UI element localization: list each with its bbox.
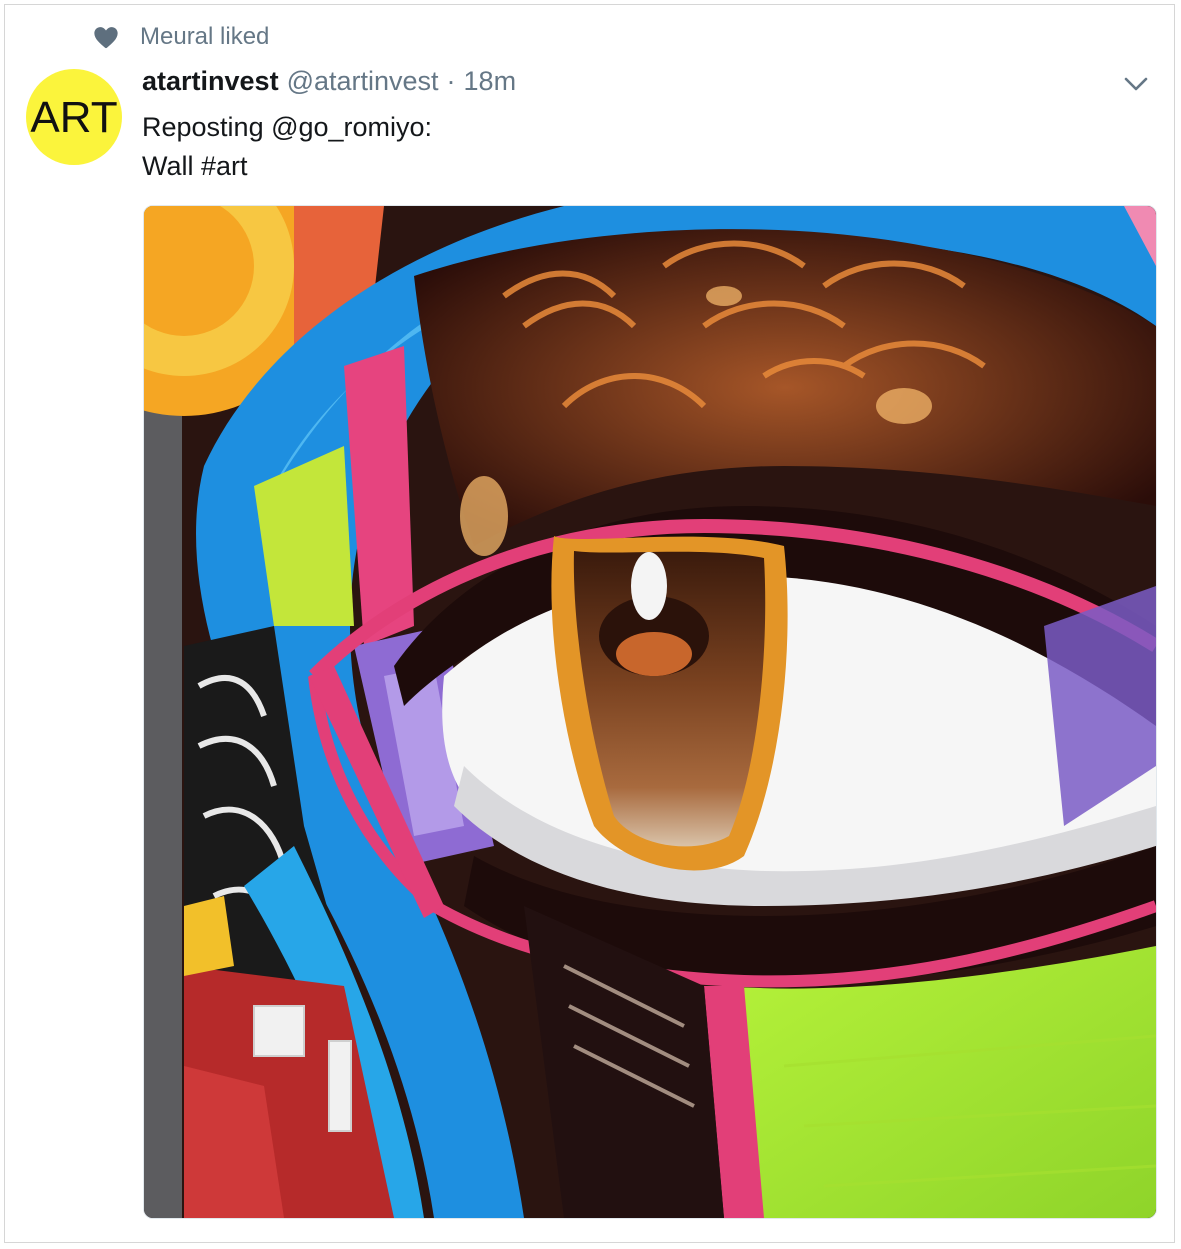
username-handle[interactable]: @atartinvest (287, 66, 439, 97)
tweet-text-line: Wall #art (142, 151, 248, 181)
tweet-header: atartinvest @atartinvest · 18m (142, 66, 516, 102)
chevron-down-icon[interactable] (1121, 72, 1151, 96)
mural-eye-artwork (144, 206, 1156, 1218)
timestamp-link[interactable]: 18m (464, 66, 517, 97)
display-name[interactable]: atartinvest (142, 66, 279, 97)
tweet-text: Reposting @go_romiyo: Wall #art (142, 108, 432, 186)
social-context: Meural liked (92, 22, 269, 52)
tweet-text-line: Reposting @go_romiyo: (142, 112, 433, 142)
separator-dot: · (446, 66, 456, 96)
social-context-label[interactable]: Meural liked (140, 23, 269, 51)
avatar[interactable]: ART (26, 69, 122, 165)
tweet-photo[interactable] (143, 205, 1157, 1219)
heart-icon (92, 23, 120, 51)
avatar-logo: ART (30, 93, 118, 142)
